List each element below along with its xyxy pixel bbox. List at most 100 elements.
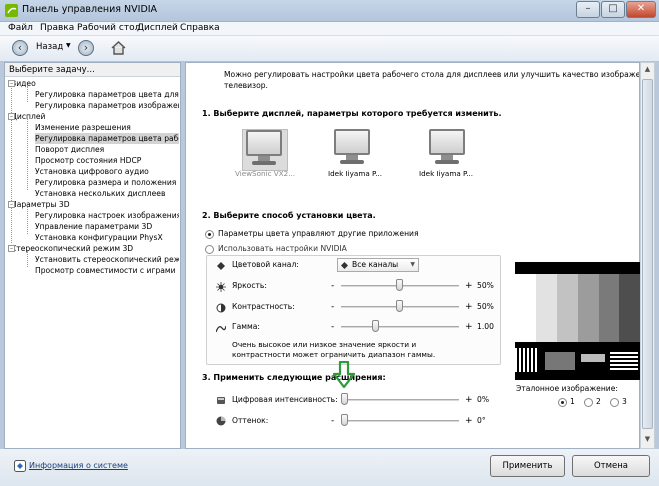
gamma-minus: - [331,322,335,332]
collapse-icon[interactable]: – [8,201,15,208]
reference-radio-1[interactable] [558,398,567,407]
tree-item-rotate-display[interactable]: Поворот дисплея [35,144,179,155]
contrast-slider-thumb[interactable] [396,300,403,312]
contrast-plus: + [465,302,473,312]
tree-line [27,119,28,190]
hue-slider-thumb[interactable] [341,414,348,426]
forward-button[interactable]: › [78,40,94,56]
tree-item-digital-audio[interactable]: Установка цифрового аудио [35,166,179,177]
warning-text: Очень высокое или низкое значение яркост… [232,340,417,349]
tree-line [27,207,28,234]
toolbar: ‹ Назад ▼ › [0,36,659,62]
back-button[interactable]: ‹ [12,40,28,56]
monitor-icon [334,129,370,155]
brightness-slider-thumb[interactable] [396,279,403,291]
gamma-label: Гамма: [232,322,260,331]
tree-item-physx[interactable]: Установка конфигурации PhysX [35,232,179,243]
maximize-button[interactable]: □ [601,1,625,18]
maximize-icon: □ [608,3,618,14]
radio-other-apps-label[interactable]: Параметры цвета управляют другие приложе… [218,229,419,238]
vibrance-icon [217,397,225,404]
display-viewsonic[interactable] [242,129,288,171]
gamma-plus: + [465,322,473,332]
hue-value: 0° [477,416,486,425]
contrast-value: 50% [477,302,494,311]
task-tree: Видео Регулировка параметров цвета для в… [5,78,180,448]
display-iiyama-1[interactable] [331,129,373,169]
section1-title: 1. Выберите дисплей, параметры которого … [202,109,502,118]
tree-item-video-color[interactable]: Регулировка параметров цвета для видео [35,89,179,100]
tree-item-change-resolution[interactable]: Изменение разрешения [35,122,179,133]
reference-image-label: Эталонное изображение: [516,384,618,393]
reference-radio-2[interactable] [584,398,593,407]
vertical-scrollbar[interactable]: ▲ ▼ [640,62,655,449]
display-iiyama-2[interactable] [426,129,468,169]
radio-nvidia-settings-label[interactable]: Использовать настройки NVIDIA [218,244,347,253]
scrollbar-thumb[interactable] [642,79,653,429]
tree-item-desktop-size[interactable]: Регулировка размера и положения рабочего… [35,177,179,188]
cancel-button[interactable]: Отмена [572,455,650,477]
gamma-slider-thumb[interactable] [372,320,379,332]
tree-item-image-preview[interactable]: Регулировка настроек изображения с просм… [35,210,179,221]
system-info-link[interactable]: Информация о системе [29,461,128,470]
tree-item-video[interactable]: Видео [11,78,179,89]
tree-item-set-stereo[interactable]: Установить стереоскопический режим 3D [35,254,179,265]
radio-other-apps[interactable] [205,230,214,239]
brightness-value: 50% [477,281,494,290]
tree-item-manage-3d[interactable]: Управление параметрами 3D [35,221,179,232]
color-channel-select[interactable]: Все каналы ▼ [337,258,419,272]
tree-item-video-image[interactable]: Регулировка параметров изображения для в… [35,100,179,111]
collapse-icon[interactable]: – [8,245,15,252]
back-history-dropdown-icon[interactable]: ▼ [66,42,71,49]
chevron-down-icon: ▼ [410,261,415,268]
gamma-value: 1.00 [477,322,494,331]
tree-item-desktop-color[interactable]: Регулировка параметров цвета рабочего ст… [35,133,179,144]
tree-item-game-compat[interactable]: Просмотр совместимости с играми [35,265,179,276]
menu-edit[interactable]: Правка [40,23,74,33]
menu-display[interactable]: Дисплей [137,23,178,33]
tree-item-hdcp-status[interactable]: Просмотр состояния HDCP [35,155,179,166]
hue-slider-track[interactable] [341,420,459,422]
tree-item-stereo-3d[interactable]: Стереоскопический режим 3D [11,243,179,254]
tree-item-3d-settings[interactable]: Параметры 3D [11,199,179,210]
gamma-slider-track[interactable] [341,326,459,328]
scroll-up-icon[interactable]: ▲ [642,65,653,77]
monitor-icon [246,130,282,156]
apply-button[interactable]: Применить [490,455,565,477]
task-panel-header: Выберите задачу... [5,63,180,77]
close-button[interactable]: ✕ [626,1,656,18]
channel-label: Цветовой канал: [232,260,299,269]
vibrance-value: 0% [477,395,490,404]
color-channel-icon [217,262,225,270]
window-title: Панель управления NVIDIA [22,4,158,15]
menu-desktop[interactable]: Рабочий стол [77,23,140,33]
reference-option-1[interactable]: 1 [570,397,575,406]
menu-help[interactable]: Справка [180,23,220,33]
display-label-3: Idek Iiyama P... [419,169,474,178]
back-arrow-icon: ‹ [17,41,23,54]
tree-item-multiple-displays[interactable]: Установка нескольких дисплеев [35,188,179,199]
collapse-icon[interactable]: – [8,80,15,87]
radio-nvidia-settings[interactable] [205,245,214,254]
vibrance-plus: + [465,395,473,405]
reference-option-2[interactable]: 2 [596,397,601,406]
vibrance-slider-thumb[interactable] [341,393,348,405]
nvidia-app-icon [5,4,18,17]
vibrance-slider-track[interactable] [341,399,459,401]
contrast-label: Контрастность: [232,302,295,311]
close-icon: ✕ [636,3,646,14]
back-label[interactable]: Назад [36,42,63,52]
system-info-icon[interactable] [14,460,26,472]
brightness-minus: - [331,281,335,291]
scroll-down-icon[interactable]: ▼ [642,435,653,447]
collapse-icon[interactable]: – [8,113,15,120]
home-icon[interactable] [110,40,127,56]
content-panel: Можно регулировать настройки цвета рабоч… [185,62,640,449]
menu-bar: Файл Правка Рабочий стол Дисплей Справка [0,22,659,36]
menu-file[interactable]: Файл [8,23,33,33]
reference-radio-3[interactable] [610,398,619,407]
minimize-button[interactable]: – [576,1,600,18]
reference-option-3[interactable]: 3 [622,397,627,406]
tree-item-display[interactable]: Дисплей [11,111,179,122]
section3-title: 3. Применить следующие расширения: [202,373,386,382]
